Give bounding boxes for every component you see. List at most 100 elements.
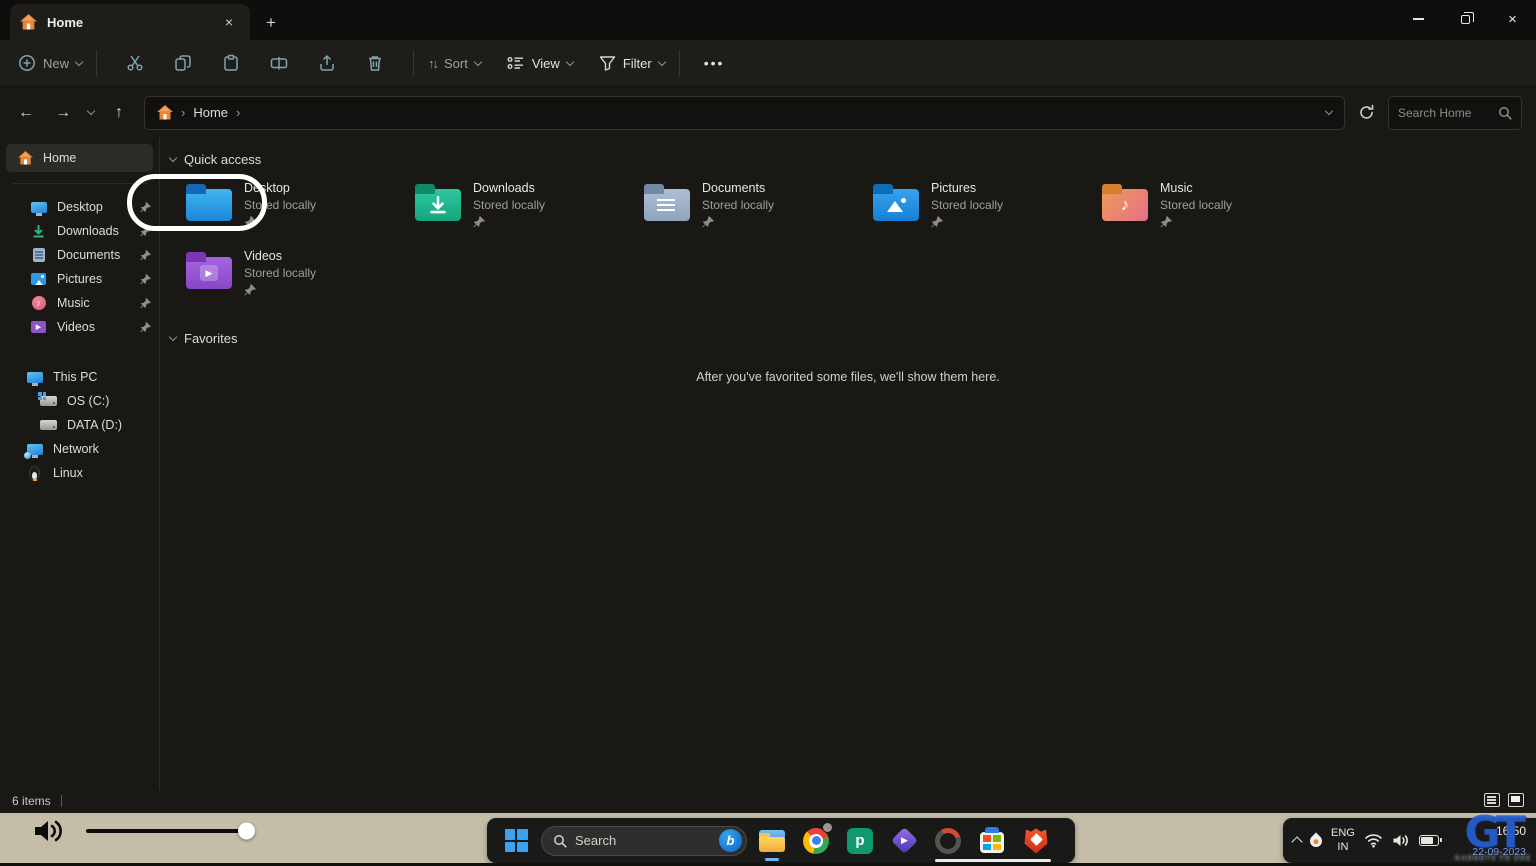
copy-icon [174,54,192,72]
search-box[interactable] [1388,96,1522,130]
brave-icon [1024,828,1048,854]
pictures-folder-icon [873,189,919,221]
forward-button[interactable]: → [51,104,75,122]
new-tab-button[interactable]: + [266,14,276,31]
tile-desktop[interactable]: Desktop Stored locally [186,181,415,233]
sidebar-item-desktop[interactable]: Desktop [0,195,159,219]
refresh-button[interactable] [1358,104,1375,121]
favorites-empty-message: After you've favorited some files, we'll… [168,370,1528,384]
tile-pictures[interactable]: Pictures Stored locally [873,181,1102,233]
sidebar-item-label: OS (C:) [67,394,109,408]
sidebar-item-home[interactable]: Home [6,144,153,172]
taskbar-ring-app[interactable] [929,819,967,863]
sort-button[interactable]: ↑↓ Sort [428,56,481,71]
volume-icon[interactable] [1392,833,1410,848]
sidebar-item-this-pc[interactable]: This PC [0,365,159,389]
paste-button[interactable] [222,54,240,72]
active-app-indicator [765,858,779,861]
green-p-app-icon: p [847,828,873,854]
view-button[interactable]: View [507,55,573,71]
tile-name: Downloads [473,181,545,195]
volume-slider[interactable] [86,829,246,833]
paste-icon [222,54,240,72]
droplet-tray-icon[interactable] [1308,832,1325,849]
breadcrumb-home[interactable]: Home [193,105,228,120]
favorites-header[interactable]: Favorites [170,331,1536,346]
taskbar-store[interactable] [973,819,1011,863]
share-button[interactable] [318,54,336,72]
sidebar-item-downloads[interactable]: Downloads [0,219,159,243]
taskbar-file-explorer[interactable] [753,819,791,863]
section-title: Quick access [184,152,261,167]
sidebar-item-data-d[interactable]: DATA (D:) [0,413,159,437]
tile-music[interactable]: ♪ Music Stored locally [1102,181,1331,233]
taskbar-media-app[interactable]: ▶ [885,819,923,863]
cut-button[interactable] [126,54,144,72]
tile-name: Pictures [931,181,1003,195]
sidebar-divider [12,183,147,184]
tray-date: 22-09-2023 [1472,846,1526,858]
delete-button[interactable] [366,54,384,72]
quick-access-header[interactable]: Quick access [170,152,1536,167]
sidebar-item-linux[interactable]: Linux [0,461,159,485]
details-view-icon[interactable] [1484,793,1500,807]
language-indicator[interactable]: ENG IN [1331,827,1355,855]
breadcrumb-separator: › [236,105,240,120]
home-icon [18,151,33,165]
taskbar-brave[interactable] [1017,819,1055,863]
search-input[interactable] [1398,106,1492,120]
sidebar-item-music[interactable]: ♪ Music [0,291,159,315]
sidebar-item-os-c[interactable]: OS (C:) [0,389,159,413]
tile-documents[interactable]: Documents Stored locally [644,181,873,233]
sidebar-item-label: DATA (D:) [67,418,122,432]
recent-locations-chevron-icon[interactable] [87,107,95,115]
address-bar[interactable]: › Home › [144,96,1345,130]
videos-folder-icon: ▶ [186,257,232,289]
rename-button[interactable] [270,54,288,72]
sidebar-item-videos[interactable]: ▶ Videos [0,315,159,339]
tray-overflow-chevron-icon[interactable] [1291,836,1302,847]
back-button[interactable]: ← [14,104,38,122]
up-button[interactable]: ↑ [107,104,131,122]
taskbar-app-p[interactable]: p [841,819,879,863]
sidebar-item-pictures[interactable]: Pictures [0,267,159,291]
new-button[interactable]: New [18,54,82,72]
pin-icon [244,284,256,296]
wifi-icon[interactable] [1364,833,1383,848]
home-icon [157,105,173,120]
pin-icon [140,274,151,285]
tab-close-icon[interactable]: × [218,11,240,33]
tab-bar: Home × + × [0,0,1536,40]
window-body: Home Desktop Downloads [0,138,1536,790]
toolbar-divider [413,50,414,76]
copy-button[interactable] [174,54,192,72]
address-dropdown-chevron-icon[interactable] [1325,107,1333,115]
large-thumbnails-view-icon[interactable] [1508,793,1524,807]
minimize-button[interactable] [1395,0,1442,38]
microsoft-store-icon [980,832,1004,853]
collapse-chevron-icon [169,333,177,341]
section-title: Favorites [184,331,237,346]
tab-home[interactable]: Home × [10,4,250,40]
volume-slider-thumb[interactable] [238,823,255,840]
taskbar-search-label: Search [575,833,616,848]
start-button[interactable] [497,819,535,863]
restore-button[interactable] [1442,0,1489,38]
collapse-chevron-icon [169,154,177,162]
rename-icon [270,54,288,72]
pin-icon [140,298,151,309]
tile-downloads[interactable]: Downloads Stored locally [415,181,644,233]
battery-icon[interactable] [1419,835,1439,846]
sidebar-item-documents[interactable]: Documents [0,243,159,267]
see-more-button[interactable]: ••• [704,55,725,71]
filter-icon [599,55,616,71]
taskbar-search[interactable]: Search b [541,826,747,856]
close-button[interactable]: × [1489,0,1536,38]
sidebar-item-network[interactable]: Network [0,437,159,461]
filter-button[interactable]: Filter [599,55,665,71]
tray-clock[interactable]: 16:50 22-09-2023 [1472,821,1526,861]
tile-videos[interactable]: ▶ Videos Stored locally [186,249,415,301]
taskbar-chrome[interactable] [797,819,835,863]
chevron-down-icon [474,57,482,65]
search-icon [553,834,567,848]
